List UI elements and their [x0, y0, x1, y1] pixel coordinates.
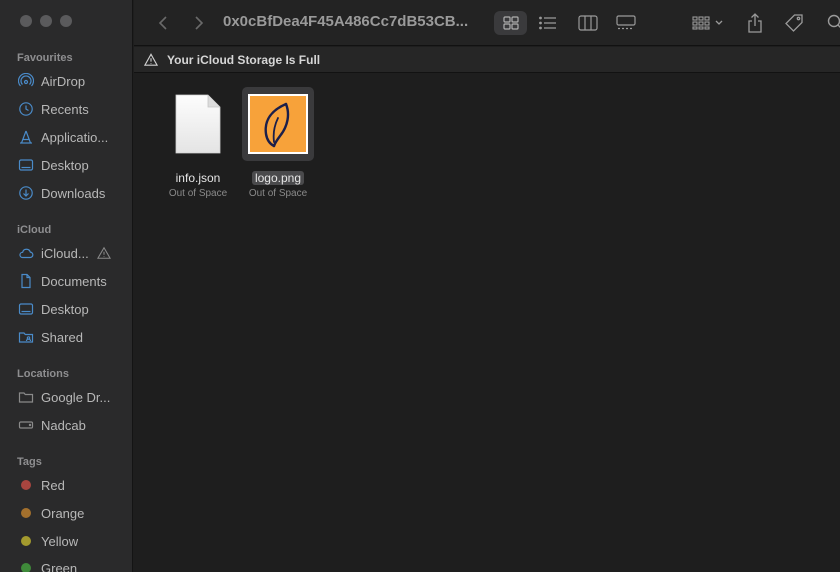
sidebar-item-recents[interactable]: Recents [17, 98, 129, 120]
applications-icon [17, 129, 35, 145]
section-title-icloud: iCloud [17, 224, 52, 236]
close-window-button[interactable] [20, 15, 32, 27]
airdrop-icon [17, 73, 35, 89]
window-title: 0x0cBfDea4F45A486Cc7dB53CB... [223, 13, 469, 30]
minimize-window-button[interactable] [40, 15, 52, 27]
warning-icon [96, 246, 111, 259]
list-icon [539, 16, 556, 30]
sidebar-item-airdrop[interactable]: AirDrop [17, 70, 129, 92]
file-item-logo-png[interactable]: logo.png Out of Space [238, 87, 318, 199]
tag-color-dot [21, 563, 31, 572]
grid-icon [502, 16, 519, 30]
share-icon [748, 13, 762, 33]
chevron-left-icon [158, 16, 167, 30]
logo-image [248, 94, 308, 154]
tag-button[interactable] [782, 11, 806, 35]
gallery-view-button[interactable] [612, 11, 640, 35]
sidebar-tag-orange[interactable]: Orange [17, 502, 129, 524]
search-icon [827, 14, 840, 28]
sidebar-item-google-drive[interactable]: Google Dr... [17, 386, 129, 408]
document-icon [17, 273, 35, 289]
section-title-favourites: Favourites [17, 52, 73, 64]
shared-folder-icon [17, 329, 35, 345]
tag-color-dot [21, 508, 31, 518]
sidebar-item-shared[interactable]: Shared [17, 326, 129, 348]
sidebar-tag-red[interactable]: Red [17, 474, 129, 496]
sidebar-item-downloads[interactable]: Downloads [17, 182, 129, 204]
selection-highlight [242, 87, 314, 161]
sidebar-tag-yellow[interactable]: Yellow [17, 530, 129, 552]
clock-icon [17, 101, 35, 117]
toolbar: 0x0cBfDea4F45A486Cc7dB53CB... [134, 0, 840, 46]
storage-full-banner: Your iCloud Storage Is Full [134, 47, 840, 73]
sidebar-item-icloud-desktop[interactable]: Desktop [17, 298, 129, 320]
download-icon [17, 185, 35, 201]
document-icon [175, 94, 221, 154]
group-grid-icon [691, 16, 710, 30]
file-thumbnail [238, 87, 318, 161]
columns-icon [578, 15, 598, 31]
desktop-icon [17, 157, 35, 173]
folder-icon [17, 389, 35, 405]
disk-icon [17, 417, 35, 433]
file-item-info-json[interactable]: info.json Out of Space [158, 87, 238, 199]
search-button[interactable] [826, 11, 840, 35]
warning-icon [144, 53, 158, 66]
sidebar-item-desktop[interactable]: Desktop [17, 154, 129, 176]
tag-color-dot [21, 480, 31, 490]
sidebar-item-nadcab[interactable]: Nadcab [17, 414, 129, 436]
desktop-icon [17, 301, 35, 317]
file-name: info.json [175, 171, 221, 185]
file-status: Out of Space [248, 188, 308, 199]
sidebar-item-applications[interactable]: Applicatio... [17, 126, 129, 148]
cloud-icon [17, 245, 35, 261]
list-view-button[interactable] [534, 11, 562, 35]
window-controls [20, 15, 72, 27]
column-view-button[interactable] [574, 11, 602, 35]
file-area: info.json Out of Space logo.png Out of S… [134, 74, 840, 572]
gallery-icon [616, 15, 636, 30]
forward-button[interactable] [190, 11, 208, 35]
sidebar: Favourites AirDrop Recents Applicatio...… [0, 0, 133, 572]
zoom-window-button[interactable] [60, 15, 72, 27]
section-title-locations: Locations [17, 368, 69, 380]
share-button[interactable] [744, 11, 766, 35]
group-by-button[interactable] [687, 11, 727, 35]
chevron-right-icon [195, 16, 204, 30]
file-thumbnail [158, 87, 238, 161]
file-status: Out of Space [168, 188, 228, 199]
icon-view-button[interactable] [494, 11, 527, 35]
file-name: logo.png [251, 171, 305, 185]
section-title-tags: Tags [17, 456, 42, 468]
sidebar-tag-green[interactable]: Green [17, 557, 129, 572]
tag-color-dot [21, 536, 31, 546]
back-button[interactable] [154, 11, 172, 35]
tag-icon [785, 14, 803, 32]
sidebar-item-documents[interactable]: Documents [17, 270, 129, 292]
chevron-down-icon [715, 20, 722, 25]
sidebar-item-icloud-drive[interactable]: iCloud... [17, 242, 129, 264]
banner-text: Your iCloud Storage Is Full [167, 52, 321, 67]
